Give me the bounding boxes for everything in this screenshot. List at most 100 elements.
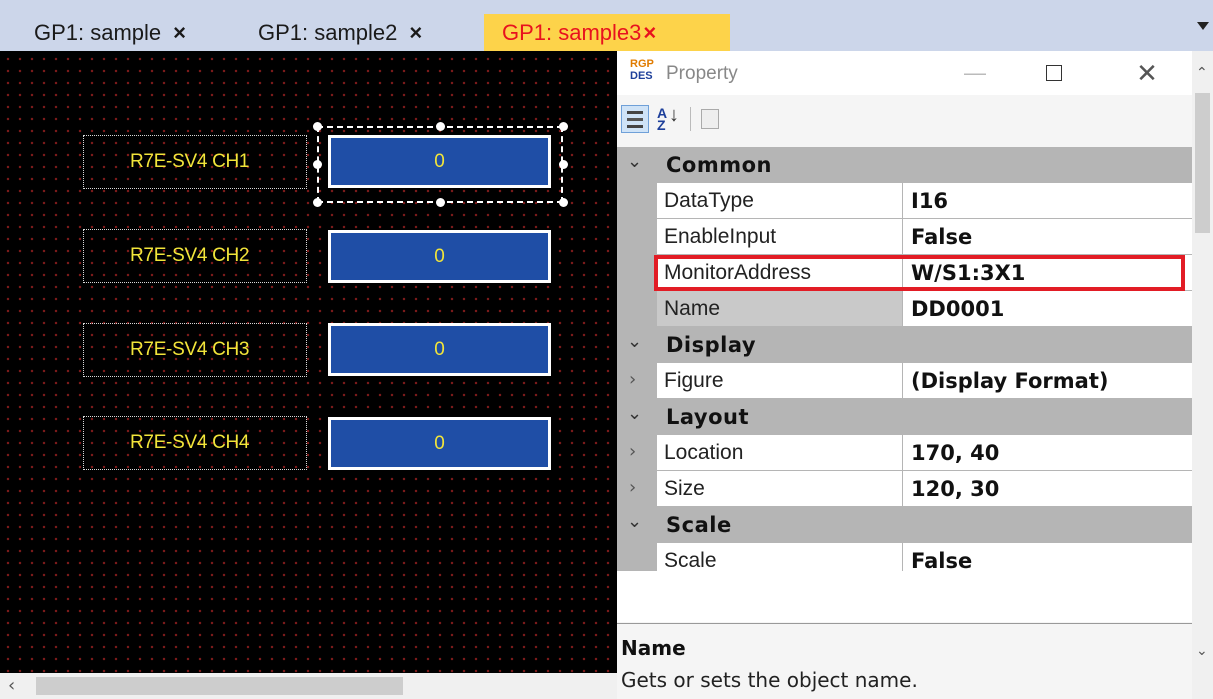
categorized-icon: [627, 118, 643, 121]
chevron-down-icon[interactable]: ⌄: [627, 403, 642, 424]
resize-handle[interactable]: [559, 122, 568, 131]
selection-frame: [317, 126, 563, 203]
row-gutter: ›: [617, 435, 657, 471]
property-name: DataType: [657, 183, 903, 219]
row-gutter: [617, 255, 657, 291]
property-row-name[interactable]: Name DD0001: [617, 291, 1192, 327]
category-display[interactable]: ⌄ Display: [617, 327, 1192, 363]
maximize-icon: [1046, 64, 1062, 81]
app-logo: RGP DES: [630, 59, 654, 83]
property-row-datatype[interactable]: DataType I16: [617, 183, 1192, 219]
description-text: Gets or sets the object name.: [621, 668, 918, 692]
row-gutter: ›: [617, 471, 657, 507]
sort-arrow-icon: ↓: [669, 104, 679, 126]
property-value[interactable]: 170, 40: [903, 435, 1192, 471]
property-row-location[interactable]: › Location 170, 40: [617, 435, 1192, 471]
property-pages-button[interactable]: [697, 105, 725, 133]
description-title: Name: [621, 636, 686, 660]
data-display-ch4[interactable]: 0: [328, 417, 551, 470]
property-value[interactable]: I16: [903, 183, 1192, 219]
property-row-figure[interactable]: › Figure (Display Format): [617, 363, 1192, 399]
categorized-icon: [627, 111, 643, 114]
property-toolbar: A Z ↓: [617, 95, 1192, 143]
screen-canvas[interactable]: R7E-SV4 CH1 0 R7E-SV4 CH2 0 R7E-SV4 CH3 …: [0, 51, 617, 673]
scrollbar-thumb[interactable]: [36, 677, 403, 695]
category-common[interactable]: ⌄ Common: [617, 147, 1192, 183]
close-icon[interactable]: ×: [409, 14, 422, 51]
property-panel: RGP DES Property — ✕ A Z ↓ ⌄ Common Data…: [617, 51, 1213, 699]
text-label-ch4[interactable]: R7E-SV4 CH4: [83, 416, 307, 470]
property-name: Name: [657, 291, 903, 327]
minimize-button[interactable]: —: [950, 51, 1000, 95]
horizontal-scrollbar[interactable]: ‹: [0, 673, 617, 699]
highlight-frame: [654, 255, 1185, 291]
document-tab-bar: GP1: sample × GP1: sample2 × GP1: sample3×: [0, 0, 1213, 51]
row-gutter: ›: [617, 363, 657, 399]
property-name: Size: [657, 471, 903, 507]
chevron-down-icon[interactable]: ⌄: [627, 151, 642, 172]
category-label: Scale: [666, 513, 732, 537]
tab-label: GP1: sample2: [258, 20, 398, 45]
resize-handle[interactable]: [313, 122, 322, 131]
chevron-right-icon[interactable]: ›: [629, 441, 636, 462]
property-pages-icon: [701, 109, 719, 129]
property-name: EnableInput: [657, 219, 903, 255]
chevron-down-icon[interactable]: [1197, 22, 1209, 30]
property-value[interactable]: False: [903, 219, 1192, 255]
chevron-left-icon[interactable]: ‹: [8, 677, 15, 695]
property-row-enableinput[interactable]: EnableInput False: [617, 219, 1192, 255]
sort-az-icon: Z: [657, 117, 666, 133]
resize-handle[interactable]: [313, 198, 322, 207]
row-gutter: [617, 183, 657, 219]
resize-handle[interactable]: [313, 160, 322, 169]
resize-handle[interactable]: [436, 122, 445, 131]
property-value[interactable]: (Display Format): [903, 363, 1192, 399]
panel-title: Property: [666, 63, 738, 84]
resize-handle[interactable]: [436, 198, 445, 207]
property-value[interactable]: 120, 30: [903, 471, 1192, 507]
property-name: Figure: [657, 363, 903, 399]
chevron-down-icon[interactable]: ⌄: [627, 331, 642, 352]
data-display-ch3[interactable]: 0: [328, 323, 551, 376]
categorized-view-button[interactable]: [621, 105, 649, 133]
vertical-scrollbar[interactable]: ⌃ ⌄: [1192, 51, 1213, 699]
tab-sample[interactable]: GP1: sample ×: [34, 14, 186, 51]
maximize-button[interactable]: [1029, 51, 1079, 95]
category-scale[interactable]: ⌄ Scale: [617, 507, 1192, 543]
row-gutter: [617, 291, 657, 327]
grid-empty-area: [617, 571, 1192, 622]
property-title-bar: RGP DES Property — ✕: [617, 51, 1192, 95]
tab-label: GP1: sample: [34, 20, 162, 45]
resize-handle[interactable]: [559, 160, 568, 169]
text-label-ch1[interactable]: R7E-SV4 CH1: [83, 135, 307, 189]
scrollbar-thumb[interactable]: [1195, 93, 1210, 233]
close-button[interactable]: ✕: [1122, 51, 1172, 95]
row-gutter: [617, 219, 657, 255]
categorized-icon: [627, 125, 643, 128]
logo-top-text: RGP: [630, 58, 654, 70]
alphabetical-sort-button[interactable]: A Z ↓: [655, 105, 683, 133]
logo-bottom-text: DES: [630, 70, 653, 82]
property-row-size[interactable]: › Size 120, 30: [617, 471, 1192, 507]
property-value[interactable]: DD0001: [903, 291, 1192, 327]
toolbar-separator: [690, 107, 691, 131]
chevron-right-icon[interactable]: ›: [629, 369, 636, 390]
data-display-ch2[interactable]: 0: [328, 230, 551, 283]
chevron-right-icon[interactable]: ›: [629, 477, 636, 498]
close-icon[interactable]: ×: [173, 14, 186, 51]
tab-sample3[interactable]: GP1: sample3×: [484, 14, 730, 51]
category-label: Common: [666, 153, 772, 177]
chevron-down-icon[interactable]: ⌄: [627, 511, 642, 532]
category-layout[interactable]: ⌄ Layout: [617, 399, 1192, 435]
chevron-up-icon[interactable]: ⌃: [1196, 65, 1208, 81]
text-label-ch2[interactable]: R7E-SV4 CH2: [83, 229, 307, 283]
resize-handle[interactable]: [559, 198, 568, 207]
description-pane: Name Gets or sets the object name.: [617, 623, 1213, 699]
category-label: Display: [666, 333, 757, 357]
chevron-down-icon[interactable]: ⌄: [1196, 643, 1208, 659]
tab-sample2[interactable]: GP1: sample2 ×: [258, 14, 422, 51]
text-label-ch3[interactable]: R7E-SV4 CH3: [83, 323, 307, 377]
close-icon[interactable]: ×: [643, 14, 656, 51]
category-label: Layout: [666, 405, 750, 429]
tab-label: GP1: sample3: [502, 20, 642, 45]
